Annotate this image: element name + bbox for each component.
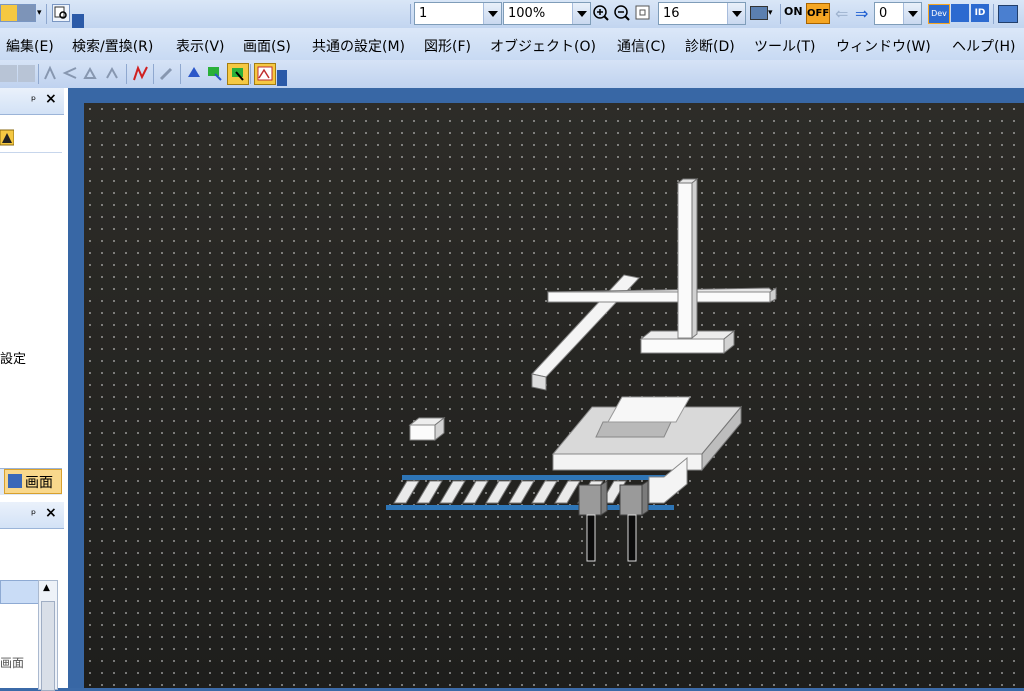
toolbar-overflow-icon[interactable] xyxy=(277,70,287,86)
project-icon[interactable] xyxy=(0,4,18,22)
menu-figure[interactable]: 図形(F) xyxy=(424,36,471,56)
scrollbar[interactable]: ▲ xyxy=(38,580,58,691)
platform-object[interactable] xyxy=(551,396,743,472)
scrollbar-thumb[interactable] xyxy=(41,601,55,691)
robot-arm-object[interactable] xyxy=(531,177,778,391)
window-icon[interactable] xyxy=(998,5,1018,23)
grid-combo[interactable]: 16 xyxy=(658,2,746,25)
menu-tools[interactable]: ツール(T) xyxy=(754,36,815,56)
pin-icon[interactable]: ᵖ xyxy=(31,93,36,107)
id-button[interactable]: ID xyxy=(971,4,989,22)
pointer-mode-icon[interactable] xyxy=(227,63,249,85)
drawing-toolbar xyxy=(0,60,1024,89)
menu-common-settings[interactable]: 共通の設定(M) xyxy=(312,36,405,56)
on-button[interactable]: ON xyxy=(784,5,803,18)
list-selected-item[interactable] xyxy=(0,580,42,604)
color-icon[interactable] xyxy=(18,4,36,22)
arrow-right-icon[interactable]: ⇒ xyxy=(855,4,868,23)
tab-screen[interactable]: 画面 xyxy=(4,469,62,494)
scroll-up-icon[interactable]: ▲ xyxy=(43,583,50,593)
flip-vertical-icon[interactable] xyxy=(82,65,99,82)
panel-header: ᵖ × xyxy=(0,88,64,115)
format-painter-icon[interactable] xyxy=(158,65,175,82)
offset-combo[interactable]: 0 xyxy=(874,2,922,25)
scene-graphics xyxy=(386,177,778,562)
offset-value: 0 xyxy=(879,6,888,21)
list-item[interactable]: 画面 xyxy=(0,654,24,671)
dropdown-arrow-icon[interactable]: ▾ xyxy=(37,8,42,18)
menu-screen[interactable]: 画面(S) xyxy=(243,36,291,56)
menu-diagnostics[interactable]: 診断(D) xyxy=(685,36,735,56)
station-value: 1 xyxy=(419,6,428,21)
close-icon[interactable]: × xyxy=(45,505,57,521)
chevron-down-icon[interactable] xyxy=(572,3,590,24)
menu-edit[interactable]: 編集(E) xyxy=(6,36,54,56)
green-select-icon[interactable] xyxy=(206,65,223,82)
paste-format-icon[interactable] xyxy=(18,65,35,82)
off-button[interactable]: OFF xyxy=(806,3,830,24)
drawing-canvas[interactable] xyxy=(84,103,1024,688)
copy-format-icon[interactable] xyxy=(0,65,17,82)
menu-window[interactable]: ウィンドウ(W) xyxy=(836,36,931,56)
sensor-object-1[interactable] xyxy=(578,480,608,562)
path-edit-icon[interactable] xyxy=(132,65,149,82)
close-icon[interactable]: × xyxy=(45,91,57,107)
zoom-out-icon[interactable] xyxy=(613,4,631,26)
dropdown-arrow-icon[interactable]: ▾ xyxy=(768,8,773,18)
top-toolbar: ▾ 1 100% 16 ▾ ON OFF ⇐ ⇒ 0 Dev ID xyxy=(0,0,1024,29)
menu-view[interactable]: 表示(V) xyxy=(176,36,225,56)
settings-label: 設定 xyxy=(0,352,27,367)
device-list-icon[interactable] xyxy=(951,4,969,22)
toolbar-overflow-icon[interactable] xyxy=(72,14,84,28)
tab-screen-label: 画面 xyxy=(25,475,53,491)
grid-settings-icon[interactable] xyxy=(750,6,768,20)
menu-object[interactable]: オブジェクト(O) xyxy=(490,36,596,56)
zoom-value: 100% xyxy=(508,6,546,21)
picture-tool-icon[interactable] xyxy=(254,63,276,85)
menu-bar: 編集(E) 検索/置換(R) 表示(V) 画面(S) 共通の設定(M) 図形(F… xyxy=(0,28,1024,60)
sensor-object-2[interactable] xyxy=(619,480,649,562)
station-combo[interactable]: 1 xyxy=(414,2,502,25)
arrow-left-icon[interactable]: ⇐ xyxy=(835,4,848,23)
device-button[interactable]: Dev xyxy=(928,4,950,24)
chevron-down-icon[interactable] xyxy=(903,3,921,24)
align-icon[interactable] xyxy=(104,65,121,82)
small-box-object[interactable] xyxy=(408,416,446,442)
chevron-down-icon[interactable] xyxy=(483,3,501,24)
flip-horizontal-icon[interactable] xyxy=(62,65,79,82)
chevron-down-icon[interactable] xyxy=(727,3,745,24)
preview-icon[interactable] xyxy=(52,4,70,22)
warning-icon[interactable] xyxy=(0,128,15,146)
menu-communication[interactable]: 通信(C) xyxy=(617,36,666,56)
select-arrow-icon[interactable] xyxy=(186,65,203,82)
fit-icon[interactable] xyxy=(634,4,652,26)
rotate-icon[interactable] xyxy=(42,65,59,82)
menu-help[interactable]: ヘルプ(H) xyxy=(952,36,1015,56)
pin-icon[interactable]: ᵖ xyxy=(31,507,36,521)
grid-value: 16 xyxy=(663,6,680,21)
zoom-combo[interactable]: 100% xyxy=(503,2,591,25)
screen-icon xyxy=(8,474,22,488)
menu-search[interactable]: 検索/置換(R) xyxy=(72,36,153,56)
left-dock-panel: ᵖ × 設定 画面 ᵖ × 画面 ▲ xyxy=(0,88,69,691)
zoom-in-icon[interactable] xyxy=(592,4,610,26)
panel-header-lower: ᵖ × xyxy=(0,502,64,529)
